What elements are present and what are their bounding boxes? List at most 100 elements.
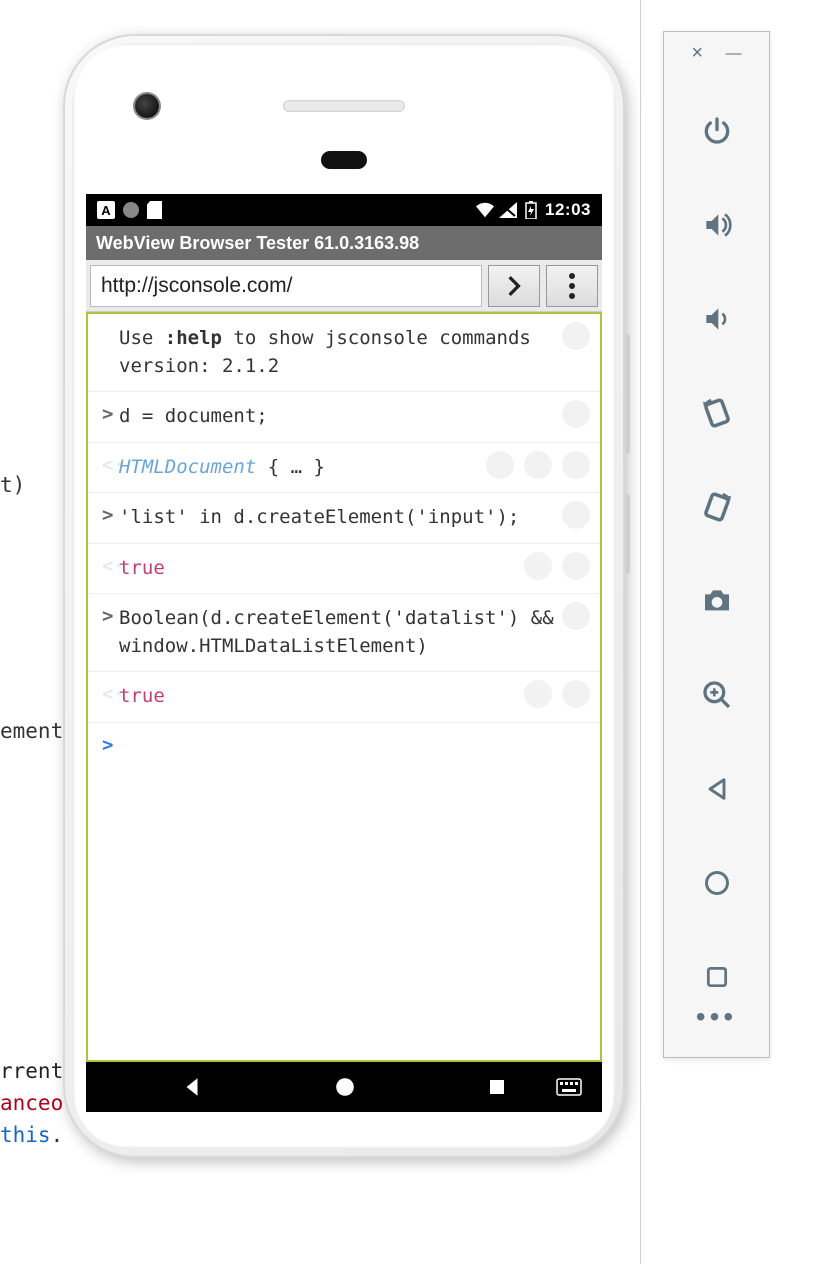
copy-icon[interactable] (562, 552, 590, 580)
keyboard-toggle-icon[interactable] (556, 1078, 582, 1096)
bg-code-fragment: t) (0, 473, 25, 497)
copy-icon[interactable] (562, 680, 590, 708)
input-prompt-icon: > (102, 605, 119, 627)
output-value: true (119, 557, 165, 579)
output-prompt-icon: <· (102, 454, 119, 476)
rotate-left-icon (700, 396, 734, 430)
home-circle-icon (703, 869, 731, 897)
jsconsole: > Use :help to show jsconsole commands v… (86, 312, 602, 1062)
input-code: d = document; (119, 403, 586, 431)
intro-pre: Use (119, 327, 165, 349)
app-title-text: WebView Browser Tester 61.0.3163.98 (96, 233, 419, 254)
back-triangle-icon (703, 775, 731, 803)
volume-down-button[interactable] (699, 301, 735, 337)
rotate-left-button[interactable] (699, 395, 735, 431)
cell-signal-icon (499, 201, 517, 219)
console-active-prompt[interactable]: > (88, 723, 600, 767)
console-intro: > Use :help to show jsconsole commands v… (88, 314, 600, 392)
link-icon[interactable] (524, 552, 552, 580)
console-output-row: <· true (88, 544, 600, 595)
wifi-icon (476, 201, 494, 219)
recents-button[interactable] (487, 1077, 507, 1097)
help-keyword: :help (165, 327, 222, 349)
copy-icon[interactable] (562, 400, 590, 428)
intro-version: version: 2.1.2 (119, 355, 279, 377)
console-input-row: > 'list' in d.createElement('input'); (88, 493, 600, 544)
search-icon[interactable] (486, 451, 514, 479)
close-button[interactable]: × (691, 42, 703, 65)
power-button-physical (625, 494, 630, 574)
copy-icon[interactable] (562, 322, 590, 350)
bg-dot: . (51, 1123, 64, 1147)
input-prompt-icon: > (102, 504, 119, 526)
copy-icon[interactable] (562, 501, 590, 529)
power-icon (701, 115, 733, 147)
console-output-row: <· true (88, 672, 600, 723)
bg-code-fragment: this. (0, 1123, 63, 1147)
sd-card-icon (147, 201, 162, 219)
phone-screen: A (86, 194, 602, 1112)
url-bar: http://jsconsole.com/ (86, 260, 602, 312)
copy-icon[interactable] (562, 451, 590, 479)
console-output-row: <· HTMLDocument { … } (88, 443, 600, 494)
power-button[interactable] (699, 113, 735, 149)
input-code: 'list' in d.createElement('input'); (119, 504, 586, 532)
keyboard-icon: A (97, 201, 115, 219)
phone-sensor (321, 151, 367, 169)
intro-post: to show jsconsole commands (222, 327, 531, 349)
status-bar: A (86, 194, 602, 226)
screenshot-button[interactable] (699, 583, 735, 619)
status-circle-icon (123, 202, 139, 218)
console-input-row: > Boolean(d.createElement('datalist') &&… (88, 594, 600, 672)
output-rest: { … } (256, 456, 325, 478)
menu-button[interactable] (546, 265, 598, 307)
overview-button[interactable] (699, 959, 735, 995)
more-vert-icon (569, 273, 575, 299)
android-nav-bar (86, 1062, 602, 1112)
volume-button (625, 334, 630, 454)
volume-up-button[interactable] (699, 207, 735, 243)
chevron-right-icon (505, 275, 523, 297)
output-value: true (119, 685, 165, 707)
more-options-button[interactable]: ••• (664, 1001, 769, 1033)
link-icon[interactable] (524, 451, 552, 479)
panel-divider (640, 0, 641, 1264)
rotate-right-icon (700, 490, 734, 524)
output-prompt-icon: <· (102, 683, 119, 705)
phone-camera (135, 94, 159, 118)
status-time: 12:03 (545, 200, 591, 220)
bg-code-fragment: ement (0, 719, 63, 743)
bg-code-fragment: anceo (0, 1091, 63, 1115)
battery-icon (522, 201, 540, 219)
input-code: Boolean(d.createElement('datalist') && w… (119, 605, 586, 660)
bg-this-kw: this (0, 1123, 51, 1147)
app-title-bar: WebView Browser Tester 61.0.3163.98 (86, 226, 602, 260)
home-button[interactable] (699, 865, 735, 901)
camera-icon (701, 585, 733, 617)
copy-icon[interactable] (562, 602, 590, 630)
url-input[interactable]: http://jsconsole.com/ (90, 265, 482, 307)
console-input-row: > d = document; (88, 392, 600, 443)
more-horiz-icon: ••• (696, 1001, 737, 1033)
link-icon[interactable] (524, 680, 552, 708)
home-button[interactable] (334, 1076, 356, 1098)
phone-speaker (283, 100, 405, 112)
url-text: http://jsconsole.com/ (101, 274, 292, 298)
phone-device-frame: A (63, 34, 625, 1158)
output-type: HTMLDocument (119, 456, 256, 478)
output-prompt-icon: <· (102, 555, 119, 577)
input-prompt-icon: > (102, 403, 119, 425)
zoom-in-icon (701, 679, 733, 711)
minimize-button[interactable]: — (726, 45, 742, 63)
active-prompt-icon: > (102, 734, 119, 756)
zoom-button[interactable] (699, 677, 735, 713)
overview-square-icon (704, 964, 730, 990)
back-button[interactable] (181, 1076, 203, 1098)
volume-down-icon (701, 303, 733, 335)
bg-code-fragment: rrent (0, 1059, 63, 1083)
volume-up-icon (701, 209, 733, 241)
rotate-right-button[interactable] (699, 489, 735, 525)
emulator-toolbar: × — ••• (663, 31, 770, 1058)
back-button[interactable] (699, 771, 735, 807)
go-button[interactable] (488, 265, 540, 307)
